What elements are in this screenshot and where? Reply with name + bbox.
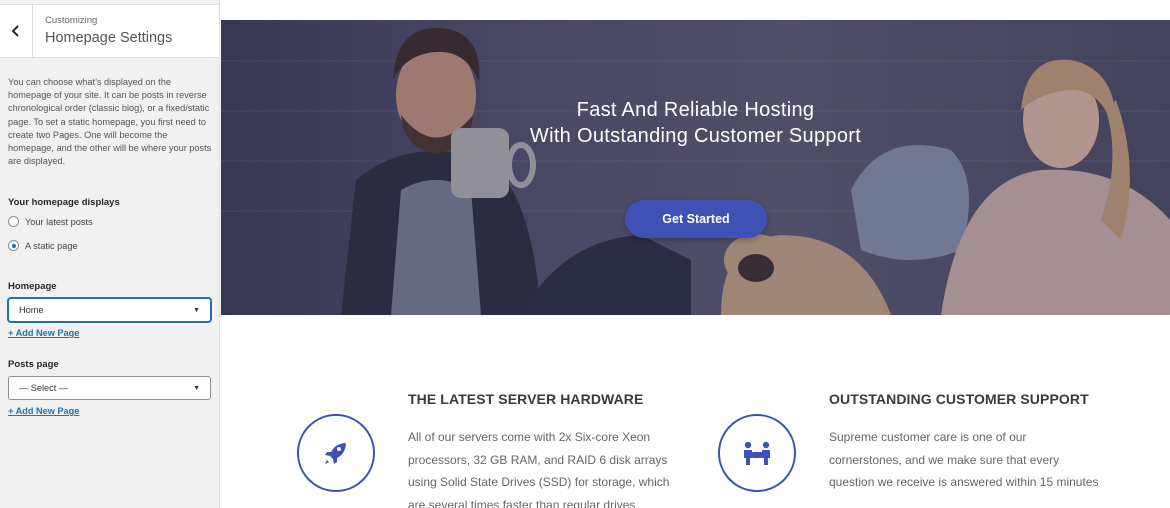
homepage-displays-label: Your homepage displays: [8, 197, 120, 208]
posts-page-select[interactable]: — Select — ▼: [8, 376, 211, 400]
get-started-button[interactable]: Get Started: [625, 200, 767, 238]
customizer-sidebar: Customizing Homepage Settings You can ch…: [0, 0, 220, 508]
feature-title-hardware: THE LATEST SERVER HARDWARE: [408, 391, 644, 407]
add-new-page-link[interactable]: + Add New Page: [8, 328, 79, 338]
feature-title-support: OUTSTANDING CUSTOMER SUPPORT: [829, 391, 1089, 407]
caret-down-icon: ▼: [193, 384, 200, 392]
chevron-left-icon: [11, 25, 19, 37]
panel-description: You can choose what’s displayed on the h…: [8, 77, 212, 167]
homepage-select[interactable]: Home ▼: [8, 298, 211, 322]
posts-select-value: — Select —: [19, 383, 69, 393]
feature-text-support: Supreme customer care is one of our corn…: [829, 430, 1099, 489]
feature-text-hardware: All of our servers come with 2x Six-core…: [408, 430, 670, 508]
radio-button-checked[interactable]: [8, 240, 19, 251]
hero-banner: Fast And Reliable Hosting With Outstandi…: [221, 20, 1170, 315]
rocket-icon: [325, 443, 346, 464]
customizer-header: Customizing Homepage Settings: [0, 4, 219, 58]
radio-static-page[interactable]: A static page: [8, 240, 78, 251]
homepage-label: Homepage: [8, 281, 57, 292]
site-preview: Fast And Reliable Hosting With Outstandi…: [221, 0, 1170, 508]
feature-icon-circle: [718, 414, 796, 492]
homepage-select-value: Home: [19, 305, 44, 315]
add-new-page-link-2[interactable]: + Add New Page: [8, 406, 79, 416]
caret-down-icon: ▼: [193, 306, 200, 314]
feature-icon-circle: [297, 414, 375, 492]
hero-title: Fast And Reliable Hosting With Outstandi…: [221, 97, 1170, 149]
panel-title: Homepage Settings: [45, 30, 173, 46]
hero-title-line-1: Fast And Reliable Hosting: [576, 99, 815, 121]
team-icon: [744, 441, 770, 465]
radio-label: A static page: [25, 240, 78, 251]
hero-title-line-2: With Outstanding Customer Support: [529, 125, 862, 147]
customizer-subtitle: Customizing: [45, 15, 98, 26]
back-button[interactable]: [0, 5, 33, 57]
posts-page-label: Posts page: [8, 359, 59, 370]
radio-label: Your latest posts: [25, 216, 93, 227]
radio-button[interactable]: [8, 216, 19, 227]
radio-latest-posts[interactable]: Your latest posts: [8, 216, 93, 227]
